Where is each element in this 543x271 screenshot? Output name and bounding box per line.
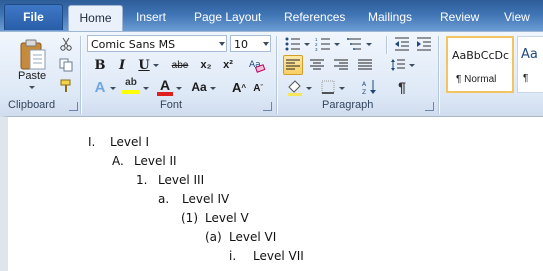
highlight-dropdown-arrow[interactable]	[143, 87, 149, 91]
tab-home[interactable]: Home	[68, 5, 123, 33]
align-right-icon[interactable]	[331, 55, 351, 75]
shrink-font-icon[interactable]: Aˇ	[250, 80, 266, 96]
tab-insert[interactable]: Insert	[136, 10, 166, 24]
numbering-dropdown-arrow[interactable]	[334, 43, 340, 47]
svg-text:Z: Z	[362, 89, 366, 95]
shading-dropdown-arrow[interactable]	[306, 87, 312, 91]
clear-formatting-icon[interactable]: Aa	[246, 56, 268, 74]
font-color-dropdown-arrow[interactable]	[176, 87, 182, 91]
paragraph-group-label: Paragraph	[322, 99, 374, 111]
paragraph-row-separator	[386, 36, 387, 54]
borders-dropdown-arrow[interactable]	[339, 87, 345, 91]
list-item-level-2[interactable]: A. Level II	[112, 154, 177, 168]
group-separator	[276, 36, 277, 114]
text-effects-icon[interactable]: A	[90, 78, 110, 96]
subscript-icon[interactable]: x₂	[197, 57, 215, 73]
numbering-icon[interactable]: 123	[314, 35, 332, 53]
list-item-level-6[interactable]: (a) Level VI	[205, 230, 276, 244]
tab-page-layout[interactable]: Page Layout	[194, 10, 261, 24]
style-next-sample: Aa	[521, 47, 538, 62]
font-name-box[interactable]: Comic Sans MS	[87, 35, 227, 52]
paragraph-dialog-launcher[interactable]	[425, 102, 434, 111]
ribbon-tab-bar: File Home Insert Page Layout References …	[0, 0, 543, 33]
tab-mailings[interactable]: Mailings	[368, 10, 412, 24]
line-spacing-dropdown-arrow[interactable]	[409, 64, 415, 68]
align-left-icon[interactable]	[283, 55, 303, 75]
superscript-icon[interactable]: x²	[219, 57, 237, 73]
style-normal-name: ¶ Normal	[456, 74, 497, 85]
style-next-name: ¶	[523, 73, 529, 84]
strikethrough-icon[interactable]: abe	[170, 57, 190, 73]
style-normal[interactable]: AaBbCcDc ¶ Normal	[446, 36, 514, 93]
ribbon-home: Paste Clipboard Comic Sans MS 10 B I U a…	[0, 31, 543, 118]
bullets-dropdown-arrow[interactable]	[304, 43, 310, 47]
paste-icon[interactable]	[16, 36, 50, 74]
tab-review[interactable]: Review	[440, 10, 479, 24]
paste-button-label[interactable]: Paste	[18, 70, 46, 82]
underline-icon[interactable]: U	[136, 57, 152, 73]
copy-icon[interactable]	[58, 57, 74, 73]
font-name-dropdown-arrow[interactable]	[217, 35, 227, 52]
document-area[interactable]: I. Level I A. Level II 1. Level III a. Level…	[0, 116, 543, 271]
font-color-icon[interactable]: A	[155, 77, 175, 97]
sort-icon[interactable]: AZ	[360, 78, 380, 96]
multilevel-dropdown-arrow[interactable]	[366, 43, 372, 47]
text-highlight-icon[interactable]: ab	[120, 77, 142, 97]
list-item-level-4[interactable]: a. Level IV	[158, 192, 229, 206]
clipboard-group-label: Clipboard	[8, 99, 56, 111]
multilevel-list-icon[interactable]	[346, 35, 364, 53]
align-center-icon[interactable]	[307, 55, 327, 75]
font-group-label: Font	[160, 99, 183, 111]
list-item-level-7[interactable]: i. Level VII	[229, 249, 304, 263]
line-spacing-icon[interactable]	[388, 55, 408, 75]
tab-file[interactable]: File	[4, 4, 63, 30]
justify-icon[interactable]	[355, 55, 375, 75]
bullets-icon[interactable]	[284, 35, 302, 53]
change-case-icon[interactable]: Aa	[188, 79, 210, 95]
font-size-dropdown-arrow[interactable]	[261, 35, 271, 52]
shading-icon[interactable]	[285, 77, 305, 97]
group-separator	[80, 36, 81, 114]
borders-icon[interactable]	[318, 78, 338, 96]
clipboard-dialog-launcher[interactable]	[69, 102, 78, 111]
italic-icon[interactable]: I	[114, 57, 130, 73]
tab-view[interactable]: View	[504, 10, 530, 24]
decrease-indent-icon[interactable]	[393, 35, 411, 53]
list-item-level-1[interactable]: I. Level I	[88, 135, 149, 149]
text-effects-dropdown-arrow[interactable]	[110, 87, 116, 91]
style-normal-sample: AaBbCcDc	[452, 49, 510, 62]
group-separator	[438, 36, 439, 114]
grow-font-icon[interactable]: A ^	[230, 78, 248, 96]
paste-dropdown-arrow[interactable]	[29, 86, 35, 90]
format-painter-icon[interactable]	[58, 78, 74, 94]
font-dialog-launcher[interactable]	[263, 102, 272, 111]
cut-icon[interactable]	[58, 36, 74, 52]
increase-indent-icon[interactable]	[415, 35, 433, 53]
style-no-spacing[interactable]: Aa ¶	[517, 36, 543, 93]
underline-dropdown-arrow[interactable]	[153, 64, 159, 68]
svg-text:A: A	[362, 81, 367, 88]
list-item-level-3[interactable]: 1. Level III	[136, 173, 204, 187]
bold-icon[interactable]: B	[92, 57, 108, 73]
change-case-dropdown-arrow[interactable]	[210, 87, 216, 91]
list-item-level-5[interactable]: (1) Level V	[181, 211, 249, 225]
show-hide-marks-icon[interactable]: ¶	[392, 78, 412, 96]
svg-text:3: 3	[315, 47, 318, 51]
tab-references[interactable]: References	[284, 10, 345, 24]
